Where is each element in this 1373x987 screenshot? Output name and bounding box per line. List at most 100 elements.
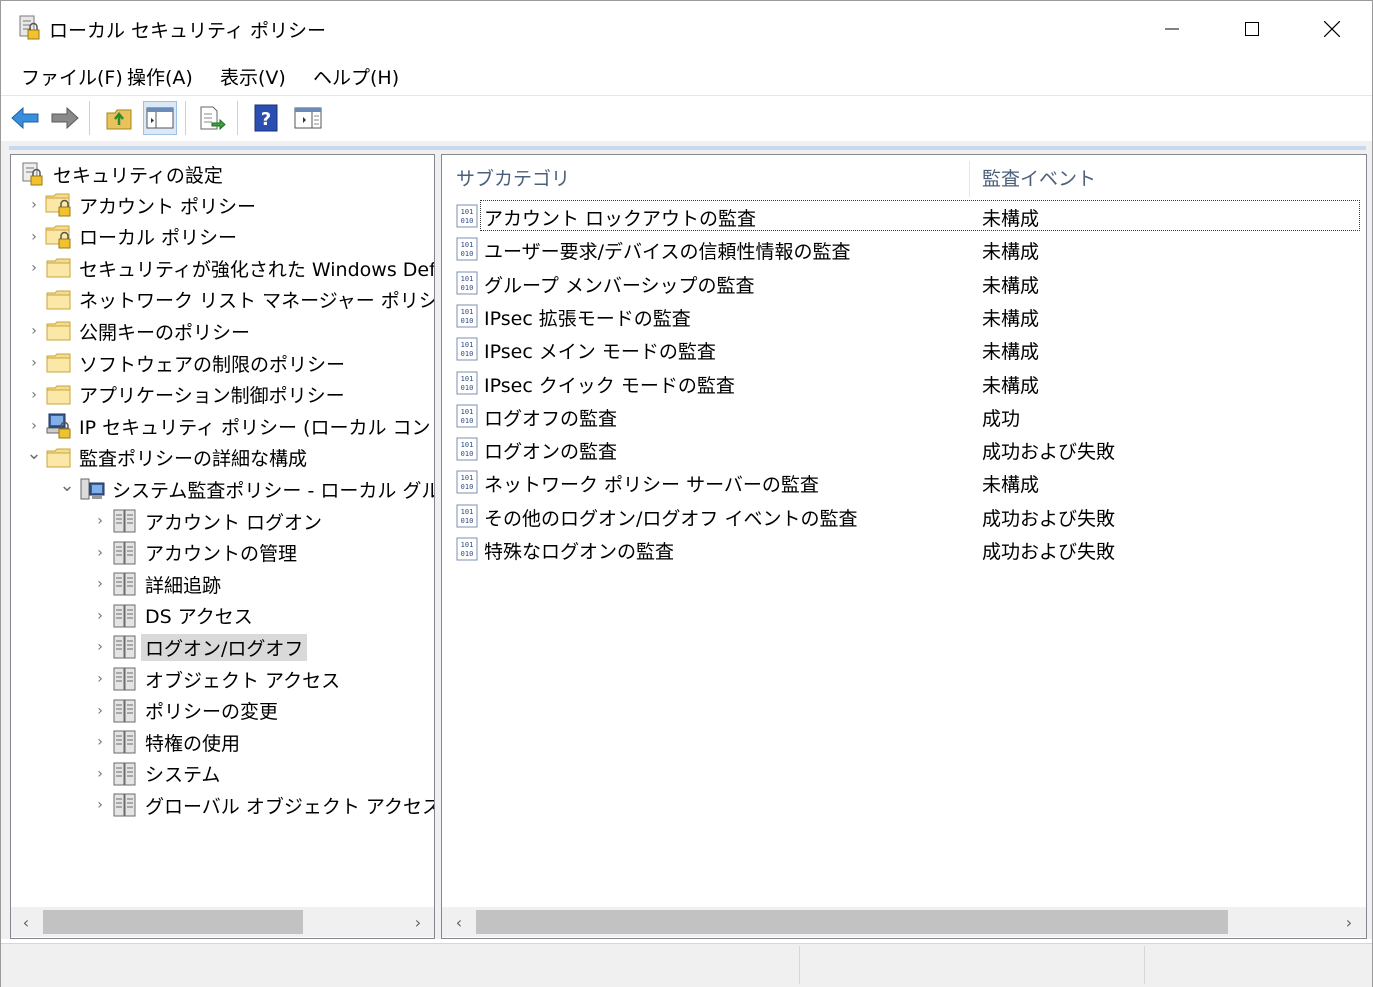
tree-item-network-list-manager[interactable]: ネットワーク リスト マネージャー ポリシー [23,285,434,315]
tree-item-ip-security[interactable]: › IP セキュリティ ポリシー (ローカル コンピューター [23,411,434,441]
tree-pane[interactable]: セキュリティの設定 › アカウント ポリシー › ローカル ポリシー › セキュリティが強… [10,154,435,939]
close-button[interactable] [1292,1,1372,57]
list-row[interactable]: 101 010 ユーザー要求/デバイスの信頼性情報の監査 未構成 [442,233,1366,266]
svg-text:010: 010 [461,550,474,558]
collapsed-chevron-icon[interactable]: › [89,569,111,599]
collapsed-chevron-icon[interactable]: › [23,411,45,441]
expanded-chevron-icon[interactable]: ⌄ [56,470,78,500]
tree-item-policy-change[interactable]: › ポリシーの変更 [89,696,278,726]
audit-setting-icon: 101 010 [456,304,478,328]
collapsed-chevron-icon[interactable]: › [23,348,45,378]
forward-arrow-icon [51,106,79,130]
tree-item-advanced-audit-policy[interactable]: ⌄ 監査ポリシーの詳細な構成 [23,443,307,473]
console-tree: セキュリティの設定 › アカウント ポリシー › ローカル ポリシー › セキュリティが強… [11,155,434,905]
tree-item-label: アカウント ログオン [145,511,323,534]
svg-text:010: 010 [461,317,474,325]
tree-item-public-key-policies[interactable]: › 公開キーのポリシー [23,316,250,346]
list-row[interactable]: 101 010 グループ メンバーシップの監査 未構成 [442,267,1366,300]
list-row[interactable]: 101 010 IPsec メイン モードの監査 未構成 [442,333,1366,366]
tree-item-detailed-tracking[interactable]: › 詳細追跡 [89,569,221,599]
scroll-left-icon[interactable]: ‹ [444,907,474,937]
list-row[interactable]: 101 010 アカウント ロックアウトの監査 未構成 [442,200,1366,233]
scroll-thumb[interactable] [43,910,303,934]
column-divider[interactable] [969,161,970,197]
collapsed-chevron-icon[interactable]: › [89,696,111,726]
tree-item-privilege-use[interactable]: › 特権の使用 [89,727,240,757]
audit-setting-icon: 101 010 [456,337,478,361]
collapsed-chevron-icon[interactable]: › [89,727,111,757]
folder-icon [45,381,73,409]
tree-item-label: IP セキュリティ ポリシー (ローカル コンピューター [79,416,434,439]
list-horizontal-scrollbar[interactable]: ‹ › [442,907,1366,937]
tree-item-logon-logoff[interactable]: › ログオン/ログオフ [89,632,308,662]
details-pane[interactable]: サブカテゴリ 監査イベント 101 010 アカウント ロックアウトの監査 未構成 10… [441,154,1367,939]
tree-item-local-policies[interactable]: › ローカル ポリシー [23,222,237,252]
scroll-right-icon[interactable]: › [403,907,433,937]
tree-item-windows-defender-firewall[interactable]: › セキュリティが強化された Windows Defen [23,253,434,283]
title-bar[interactable]: ローカル セキュリティ ポリシー [1,1,1372,57]
expanded-chevron-icon[interactable]: ⌄ [23,439,45,469]
help-button[interactable]: ? [249,101,283,135]
svg-text:010: 010 [461,384,474,392]
collapsed-chevron-icon[interactable]: › [89,632,111,662]
svg-text:101: 101 [461,508,474,516]
collapsed-chevron-icon[interactable]: › [89,790,111,820]
tree-root[interactable]: セキュリティの設定 [19,159,223,189]
export-list-button[interactable] [195,101,229,135]
up-folder-icon [106,109,132,130]
tree-item-software-restriction[interactable]: › ソフトウェアの制限のポリシー [23,348,345,378]
list-row[interactable]: 101 010 特殊なログオンの監査 成功および失敗 [442,533,1366,566]
tree-item-label: グローバル オブジェクト アクセスの監 [145,795,434,818]
up-folder-button[interactable] [102,101,136,135]
show-hide-tree-button[interactable] [143,101,177,135]
collapsed-chevron-icon[interactable]: › [23,316,45,346]
collapsed-chevron-icon[interactable]: › [89,538,111,568]
collapsed-chevron-icon[interactable]: › [89,506,111,536]
list-row[interactable]: 101 010 IPsec 拡張モードの監査 未構成 [442,300,1366,333]
tree-horizontal-scrollbar[interactable]: ‹ › [11,907,434,937]
tree-item-ds-access[interactable]: › DS アクセス [89,601,253,631]
menu-help[interactable]: ヘルプ(H) [311,63,401,90]
tree-item-account-management[interactable]: › アカウントの管理 [89,538,297,568]
tree-item-account-policies[interactable]: › アカウント ポリシー [23,190,256,220]
list-row[interactable]: 101 010 ネットワーク ポリシー サーバーの監査 未構成 [442,466,1366,499]
collapsed-chevron-icon[interactable]: › [89,601,111,631]
collapsed-chevron-icon[interactable]: › [23,222,45,252]
audit-event-cell: 成功および失敗 [982,541,1116,563]
list-row[interactable]: 101 010 ログオフの監査 成功 [442,400,1366,433]
collapsed-chevron-icon[interactable]: › [23,380,45,410]
subcategory-cell: ユーザー要求/デバイスの信頼性情報の監査 [484,241,851,264]
svg-text:101: 101 [461,341,474,349]
tree-item-account-logon[interactable]: › アカウント ログオン [89,506,322,536]
menu-action[interactable]: 操作(A) [125,63,195,90]
list-row[interactable]: 101 010 IPsec クイック モードの監査 未構成 [442,367,1366,400]
tree-item-system-audit-policies[interactable]: ⌄システム監査ポリシー - ローカル グループ [56,474,434,504]
forward-button[interactable] [48,101,82,135]
svg-text:101: 101 [461,375,474,383]
scroll-right-icon[interactable]: › [1334,907,1364,937]
column-header-subcategory[interactable]: サブカテゴリ [456,155,966,199]
maximize-button[interactable] [1212,1,1292,57]
tree-item-application-control[interactable]: › アプリケーション制御ポリシー [23,380,345,410]
toolbar: ? [1,96,1372,141]
list-row[interactable]: 101 010 ログオンの監査 成功および失敗 [442,433,1366,466]
column-header-audit-event[interactable]: 監査イベント [982,155,1362,199]
collapsed-chevron-icon[interactable]: › [23,253,45,283]
show-hide-action-pane-icon [294,107,322,129]
tree-item-object-access[interactable]: › オブジェクト アクセス [89,664,340,694]
tree-item-global-object-access[interactable]: › グローバル オブジェクト アクセスの監 [89,790,434,820]
list-row[interactable]: 101 010 その他のログオン/ログオフ イベントの監査 成功および失敗 [442,500,1366,533]
minimize-button[interactable] [1132,1,1212,57]
collapsed-chevron-icon[interactable]: › [23,190,45,220]
list-header: サブカテゴリ 監査イベント [442,155,1366,199]
scroll-left-icon[interactable]: ‹ [11,907,41,937]
show-hide-action-pane-button[interactable] [291,101,325,135]
window-title: ローカル セキュリティ ポリシー [49,20,326,42]
collapsed-chevron-icon[interactable]: › [89,664,111,694]
back-button[interactable] [8,101,42,135]
menu-file[interactable]: ファイル(F) [19,63,125,90]
scroll-thumb[interactable] [476,910,1228,934]
menu-view[interactable]: 表示(V) [218,63,288,90]
collapsed-chevron-icon[interactable]: › [89,759,111,789]
tree-item-system[interactable]: › システム [89,759,220,789]
